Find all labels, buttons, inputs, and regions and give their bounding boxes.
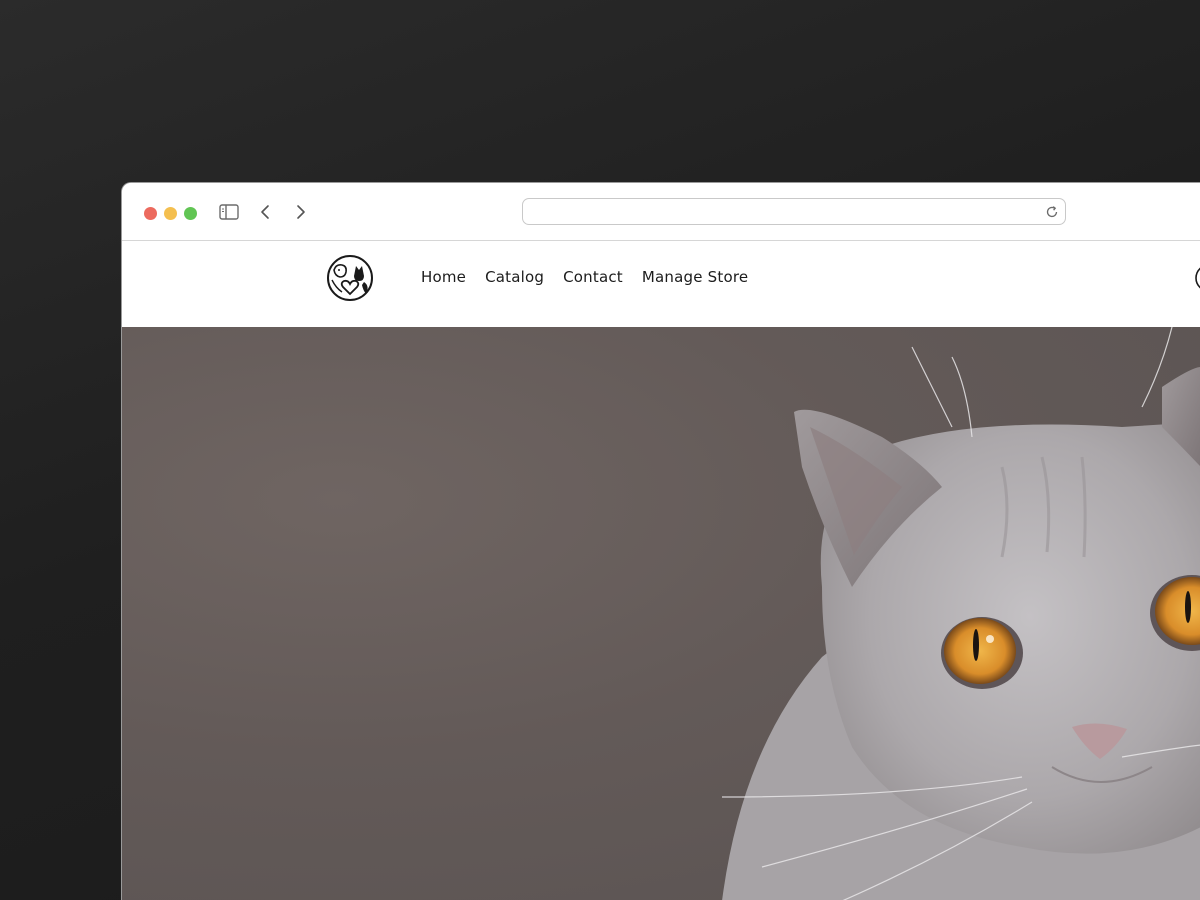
close-window-button[interactable] <box>144 207 157 220</box>
pet-store-logo[interactable] <box>326 254 374 302</box>
back-icon[interactable] <box>253 201 277 223</box>
browser-window: Home Catalog Contact Manage Store <box>121 182 1200 900</box>
hero-banner <box>122 327 1200 900</box>
minimize-window-button[interactable] <box>164 207 177 220</box>
browser-toolbar <box>122 183 1200 241</box>
main-nav: Home Catalog Contact Manage Store <box>421 267 767 287</box>
nav-manage-store-link[interactable]: Manage Store <box>642 267 748 287</box>
account-icon[interactable] <box>1194 263 1200 293</box>
forward-icon[interactable] <box>289 201 313 223</box>
reload-icon[interactable] <box>1045 204 1059 218</box>
url-input[interactable] <box>533 202 1033 221</box>
address-bar[interactable] <box>522 198 1066 225</box>
nav-catalog-link[interactable]: Catalog <box>485 267 544 287</box>
zoom-window-button[interactable] <box>184 207 197 220</box>
hero-cat-image <box>721 327 1200 900</box>
nav-home-link[interactable]: Home <box>421 267 466 287</box>
sidebar-toggle-icon[interactable] <box>217 201 241 223</box>
nav-contact-link[interactable]: Contact <box>563 267 623 287</box>
site-header: Home Catalog Contact Manage Store <box>122 241 1200 327</box>
